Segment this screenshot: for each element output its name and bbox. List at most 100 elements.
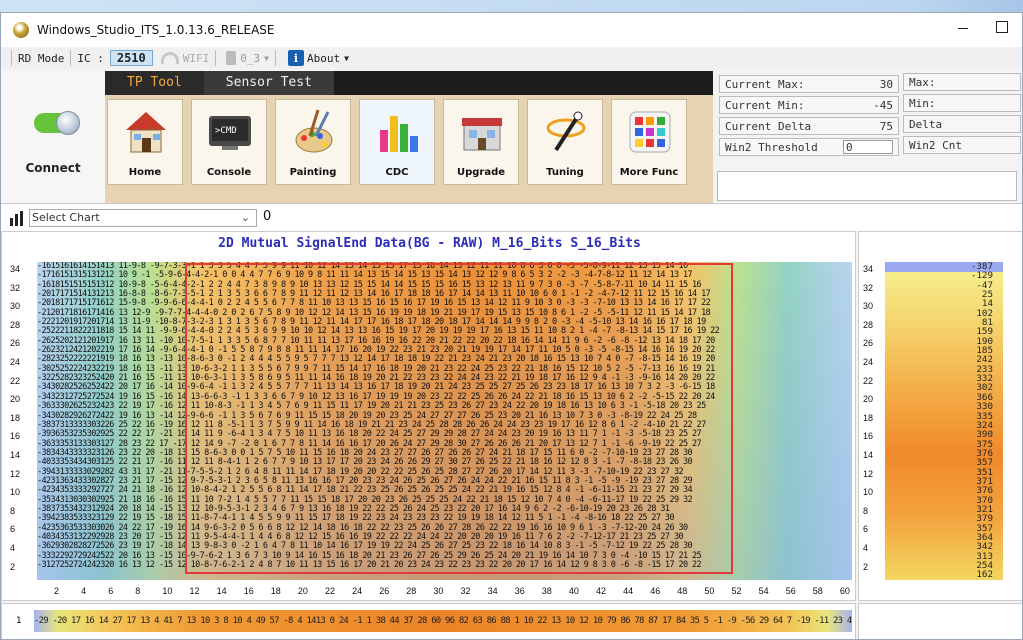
column-sum-y-tick: 2 [863,561,869,572]
select-chart-dropdown[interactable]: Select Chart ⌄ [29,209,257,227]
chevron-down-icon: ▼ [344,53,349,63]
row-sum-row-label: 1 [16,616,22,626]
y-tick-label: 30 [10,301,21,312]
y-tick-label: 4 [10,543,16,553]
stats-panel: Current Max: 30 Max: Current Min: -45 Min:… [715,71,1022,203]
tool-tabs: TP Tool Sensor Test [105,71,713,95]
min-label: Min: [909,96,936,110]
y-tick-label: 26 [10,338,21,349]
menu-separator [274,50,276,66]
win2-threshold-input[interactable]: 0 [843,140,893,154]
y-tick-label: 12 [10,468,21,479]
current-min-label: Current Min: [725,98,805,112]
rd-mode-menu[interactable]: RD Mode [18,52,64,65]
painting-label: Painting [289,167,337,178]
tuning-icon [546,111,586,152]
maximize-button[interactable] [996,21,1008,33]
x-tick-label: 6 [108,586,114,596]
menu-bar: RD Mode IC : 2510 WIFI 0_3 ▼ i About ▼ [1,47,1022,69]
chart-title: 2D Mutual SignalEnd Data(BG - RAW) M_16_… [218,236,641,251]
x-tick-label: 8 [135,586,141,596]
tuning-button[interactable]: Tuning [527,99,603,185]
window-title: Windows_Studio_ITS_1.0.13.6_RELEASE [37,23,275,37]
column-sum-y-tick: 14 [863,450,874,460]
painting-button[interactable]: Painting [275,99,351,185]
y-tick-label: 14 [10,450,21,460]
wifi-label[interactable]: WIFI [183,52,210,65]
selection-rectangle[interactable] [185,263,733,574]
y-tick-label: 18 [10,412,21,423]
y-tick-label: 6 [10,524,16,535]
about-menu[interactable]: About [307,52,340,65]
x-tick-label: 38 [541,586,552,596]
wifi-icon [160,52,179,64]
x-tick-label: 2 [54,586,60,596]
output-box[interactable] [717,171,1017,201]
column-sum-y-tick: 20 [863,394,874,405]
chart-select-bar: Select Chart ⌄ 0 [1,203,1022,231]
current-delta-label: Current Delta [725,119,812,133]
x-tick-label: 24 [352,586,363,596]
x-tick-label: 28 [406,586,417,596]
delta-label: Delta [909,117,943,131]
minimize-button[interactable] [956,21,970,35]
row-sum-panel: 1 -29 -20 17 16 14 27 17 13 4 41 7 13 10… [1,603,856,639]
ic-label: IC : [77,51,104,65]
x-tick-label: 40 [568,586,579,596]
console-button[interactable]: >CMD Console [191,99,267,185]
menu-separator [11,50,12,66]
x-tick-label: 48 [677,586,688,596]
column-sum-y-tick: 32 [863,282,874,293]
win2-cnt-row: Win2 Cnt [903,136,1021,154]
tab-tp-tool[interactable]: TP Tool [105,71,204,95]
tool-tiles: Home >CMD Console Painting CDC Upgrade T… [107,99,687,185]
usb-port-label[interactable]: 0_3 [240,52,260,65]
more-func-label: More Func [619,167,679,178]
bottom-right-panel [858,603,1022,639]
column-sum-y-tick: 10 [863,487,874,498]
column-sum-value: 102 [976,307,993,319]
column-sum-y-tick: 6 [863,524,869,535]
x-tick-label: 16 [243,586,254,596]
usb-icon [226,51,237,65]
x-tick-label: 10 [162,586,173,596]
y-tick-label: 8 [10,505,16,516]
cdc-button[interactable]: CDC [359,99,435,185]
x-tick-label: 14 [216,586,227,596]
more-func-icon [629,111,671,153]
current-max-row: Current Max: 30 [719,75,899,93]
tool-area: Connect TP Tool Sensor Test Home >CMD Co… [1,71,713,203]
home-button[interactable]: Home [107,99,183,185]
x-tick-label: 34 [487,586,498,596]
column-sum-value: -47 [976,279,993,291]
x-tick-label: 12 [189,586,200,596]
column-sum-value: 162 [976,569,993,581]
win2-threshold-row: Win2 Threshold 0 [719,138,899,156]
win2-cnt-label: Win2 Cnt [909,138,962,152]
y-tick-label: 22 [10,375,21,386]
delta-row: Delta [903,115,1021,133]
tuning-label: Tuning [546,167,584,178]
chart-count: 0 [263,209,272,224]
cdc-chart-icon [380,116,418,152]
y-tick-label: 20 [10,394,21,405]
x-tick-label: 58 [812,586,823,596]
max-row: Max: [903,73,1021,91]
column-sum-y-tick: 22 [863,375,874,386]
tab-sensor-test[interactable]: Sensor Test [203,71,334,95]
column-sum-y-tick: 18 [863,412,874,423]
x-tick-label: 26 [379,586,390,596]
upgrade-icon [462,118,502,151]
connect-toggle[interactable] [34,111,80,135]
x-tick-label: 42 [596,586,607,596]
more-func-button[interactable]: More Func [611,99,687,185]
x-tick-label: 52 [731,586,742,596]
upgrade-button[interactable]: Upgrade [443,99,519,185]
x-tick-label: 32 [460,586,471,596]
cmd-icon: >CMD [209,116,251,150]
y-tick-label: 28 [10,319,21,330]
win2-threshold-label: Win2 Threshold [725,140,818,154]
x-tick-label: 50 [704,586,715,596]
x-tick-label: 18 [270,586,281,596]
column-sum-y-tick: 12 [863,468,874,479]
